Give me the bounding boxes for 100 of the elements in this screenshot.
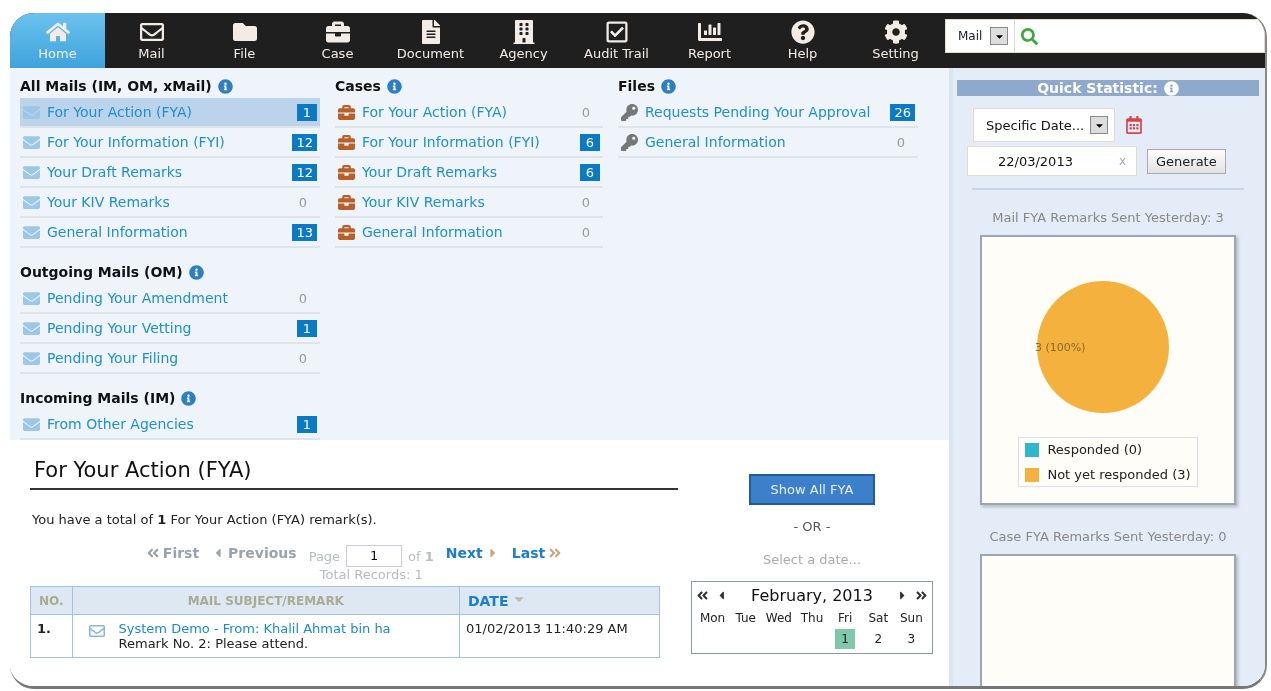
count-badge: 1	[297, 103, 317, 121]
count-text: 0	[297, 350, 308, 366]
briefcase-icon	[325, 20, 350, 44]
list-item[interactable]: For Your Information (FYI) 12	[20, 128, 320, 158]
list-item[interactable]: Your KIV Remarks 0	[335, 188, 603, 218]
weekday-label: Mon	[698, 611, 727, 625]
table-cell: 1.	[30, 614, 73, 658]
group-title: All Mails (IM, OM, xMail)	[20, 78, 212, 94]
nav-tab[interactable]: Mail	[105, 13, 198, 68]
total-records: Total Records: 1	[319, 567, 423, 582]
page-count: of 1	[408, 548, 434, 564]
panel-title: Quick Statistic:	[1037, 80, 1158, 96]
weekday-label: Sun	[899, 611, 924, 625]
info-icon[interactable]	[217, 78, 233, 94]
count-badge: 6	[580, 133, 600, 151]
list-item[interactable]: Your Draft Remarks 12	[20, 158, 320, 188]
double-left-icon[interactable]	[696, 589, 709, 602]
list-item[interactable]: General Information 0	[335, 218, 603, 248]
calendar-day[interactable]: 2	[868, 629, 889, 649]
list-item[interactable]: Requests Pending Your Approval 26	[618, 98, 918, 128]
list-item[interactable]: Pending Your Vetting 1	[20, 314, 320, 344]
pager-link[interactable]: Last	[511, 545, 563, 561]
table-cell: 01/02/2013 11:40:29 AM	[459, 614, 660, 658]
pager-link[interactable]: Next	[445, 545, 500, 561]
list-item[interactable]: For Your Information (FYI) 6	[335, 128, 603, 158]
group-title: Files	[618, 78, 655, 94]
envelope-icon	[23, 223, 40, 241]
or-text: - OR -	[793, 519, 831, 534]
count-badge: 13	[292, 223, 317, 241]
info-icon[interactable]	[181, 390, 197, 406]
briefcase-icon	[338, 193, 355, 211]
group-title: Cases	[335, 78, 381, 94]
list-item[interactable]: General Information 13	[20, 218, 320, 248]
show-all-button[interactable]: Show All FYA	[748, 474, 876, 505]
count-badge: 6	[580, 163, 600, 181]
legend-label: Not yet responded (3)	[1047, 467, 1191, 482]
count-text: 0	[297, 194, 308, 210]
envelope-icon	[23, 289, 40, 307]
date-field[interactable]: 22/03/2013 x	[967, 146, 1137, 176]
envelope-icon	[23, 193, 40, 211]
weekday-label: Sat	[867, 611, 890, 625]
folder-icon	[232, 20, 257, 44]
nav-tab[interactable]: Setting	[849, 13, 942, 68]
key-icon	[621, 103, 638, 121]
envelope-icon	[88, 623, 105, 639]
calendar-day[interactable]: 1	[835, 629, 855, 649]
range-select[interactable]: Specific Date...	[973, 108, 1116, 142]
list-item[interactable]: For Your Action (FYA) 1	[20, 98, 320, 128]
bar-chart-icon	[697, 20, 722, 44]
page-input[interactable]: 1	[346, 545, 403, 567]
scope-select[interactable]: Mail	[946, 20, 1016, 52]
nav-tab[interactable]: Audit Trail	[570, 13, 663, 68]
envelope-icon	[23, 163, 40, 181]
legend-label: Responded (0)	[1047, 442, 1143, 457]
column-header[interactable]: DATE	[459, 586, 660, 615]
list-item[interactable]: For Your Action (FYA) 0	[335, 98, 603, 128]
summary-text: You have a total of 1 For Your Action (FYA) remark(s).	[32, 512, 378, 527]
count-badge: 1	[297, 319, 317, 337]
nav-tab[interactable]: Agency	[477, 13, 570, 68]
briefcase-icon	[338, 133, 355, 151]
info-icon[interactable]	[188, 264, 204, 280]
remark-text: Remark No. 2: Please attend.	[118, 636, 310, 651]
count-badge: 12	[292, 163, 317, 181]
slice-label: 3 (100%)	[1035, 341, 1086, 354]
nav-tab[interactable]: Report	[663, 13, 756, 68]
nav-tab[interactable]: Help	[756, 13, 849, 68]
weekday-label: Thu	[799, 611, 825, 625]
count-text: 0	[580, 194, 591, 210]
group-title: Incoming Mails (IM)	[20, 390, 176, 406]
checkbox-icon	[604, 20, 629, 44]
key-icon	[621, 133, 638, 151]
nav-tab[interactable]: Document	[384, 13, 477, 68]
envelope-icon	[23, 103, 40, 121]
subject-link[interactable]: System Demo - From: Khalil Ahmat bin ha	[118, 621, 391, 636]
clear-text[interactable]: x	[1118, 154, 1126, 168]
nav-tab[interactable]: Case	[291, 13, 384, 68]
building-icon	[511, 20, 536, 44]
info-icon[interactable]	[386, 78, 402, 94]
generate-button[interactable]: Generate	[1147, 148, 1226, 174]
envelope-icon	[139, 20, 164, 44]
info-icon[interactable]	[1163, 80, 1179, 96]
list-item[interactable]: Your Draft Remarks 6	[335, 158, 603, 188]
count-badge: 12	[292, 133, 317, 151]
search-field[interactable]: Mail	[945, 19, 1265, 53]
calendar-day[interactable]: 3	[901, 629, 922, 649]
list-item[interactable]: Pending Your Amendment 0	[20, 284, 320, 314]
home-icon	[45, 20, 70, 44]
list-item[interactable]: Pending Your Filing 0	[20, 344, 320, 374]
double-right-icon[interactable]	[915, 589, 928, 602]
weekday-label: Tue	[734, 611, 757, 625]
count-text: 0	[297, 290, 308, 306]
nav-tab[interactable]: File	[198, 13, 291, 68]
calendar-icon[interactable]	[1125, 116, 1144, 134]
count-badge: 1	[297, 415, 317, 433]
chart-title: Mail FYA Remarks Sent Yesterday: 3	[992, 210, 1224, 225]
weekday-label: Fri	[837, 611, 854, 625]
list-item[interactable]: Your KIV Remarks 0	[20, 188, 320, 218]
list-item[interactable]: General Information 0	[618, 128, 918, 158]
envelope-icon	[23, 133, 40, 151]
info-icon[interactable]	[661, 78, 676, 94]
